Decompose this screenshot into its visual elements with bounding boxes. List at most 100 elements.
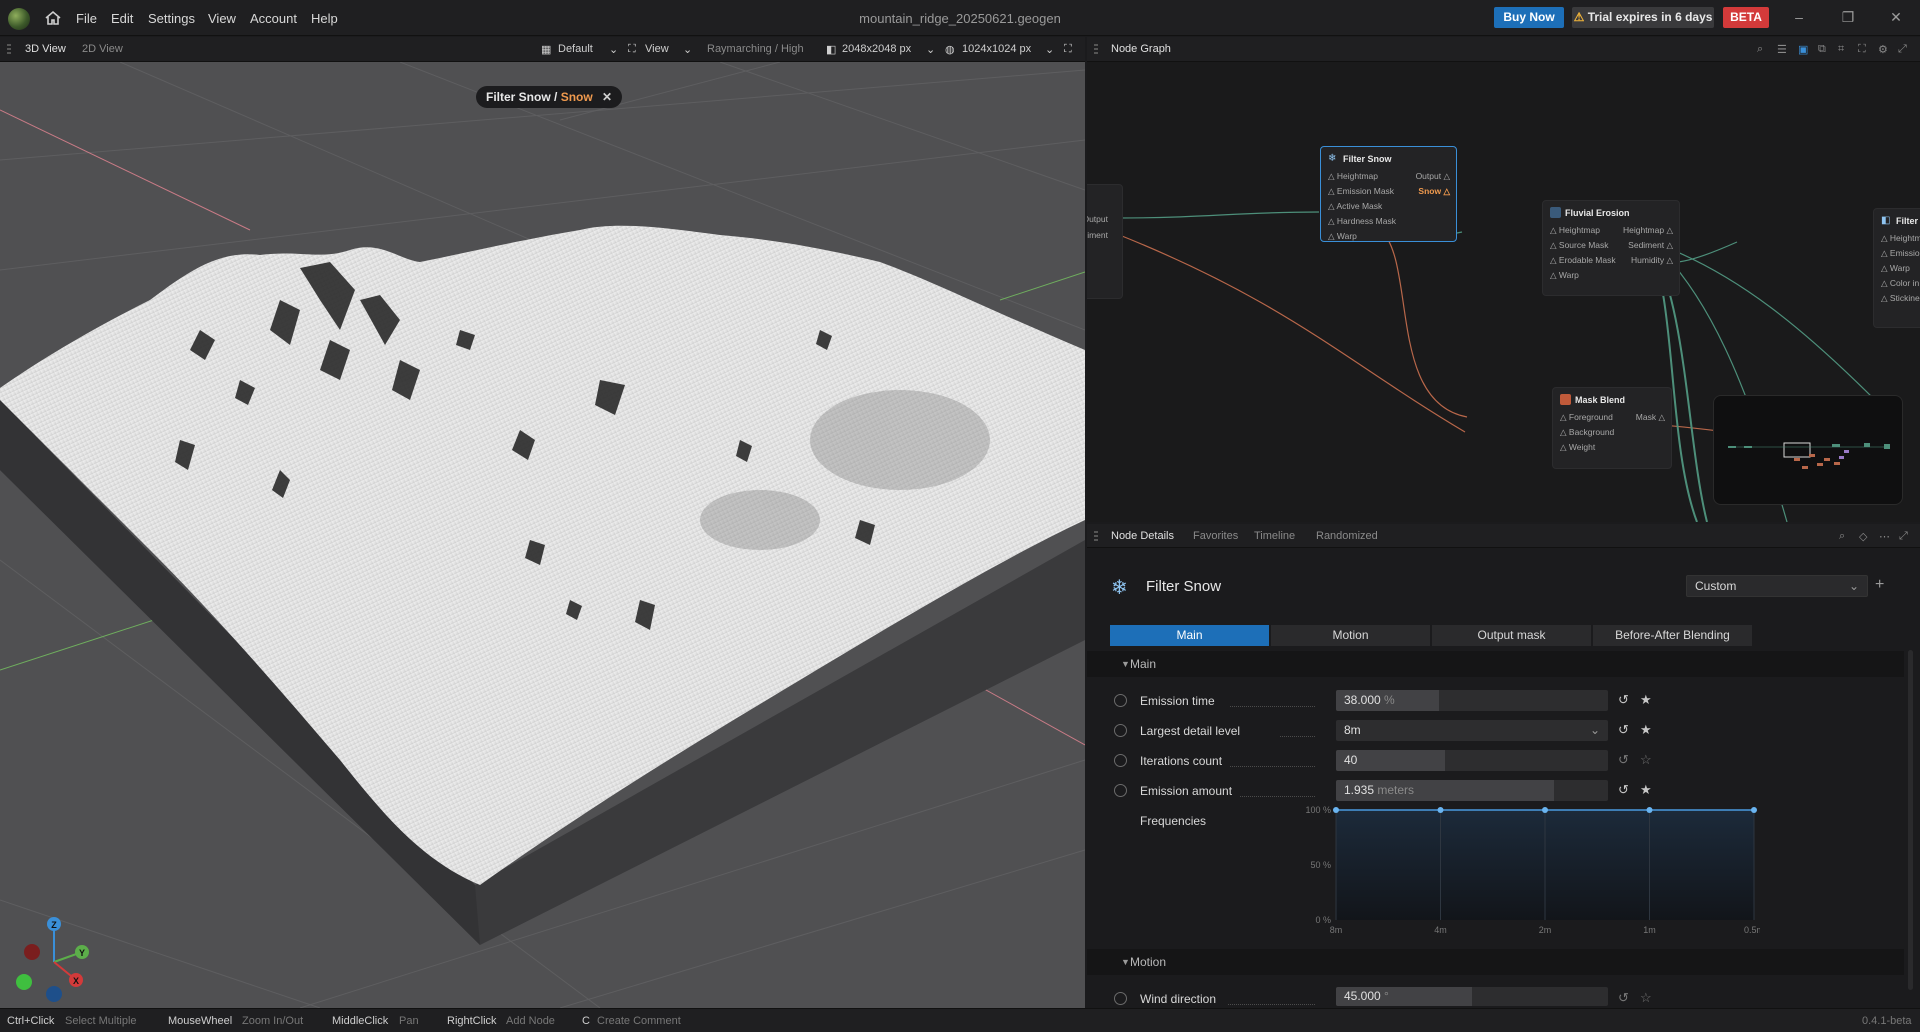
settings-icon[interactable]: ⚙ bbox=[1878, 43, 1888, 56]
port-mask[interactable]: Mask △ bbox=[1636, 412, 1665, 423]
port-output[interactable]: Output bbox=[1087, 214, 1108, 224]
chevron-down-icon[interactable]: ⌄ bbox=[683, 43, 692, 56]
port-heightmap[interactable]: △ Heightm bbox=[1881, 233, 1920, 244]
iterations-count-slider[interactable]: 40 bbox=[1336, 750, 1608, 771]
curve-control-point[interactable] bbox=[1333, 807, 1339, 813]
tab-favorites[interactable]: Favorites bbox=[1193, 530, 1238, 542]
expand-icon[interactable]: ⤢ bbox=[1898, 43, 1907, 56]
axis-gizmo[interactable]: Z Y X bbox=[12, 912, 102, 1002]
param-toggle[interactable] bbox=[1114, 754, 1127, 767]
port-emission-mask[interactable]: △ Emission Mask bbox=[1328, 186, 1394, 197]
reset-icon[interactable]: ↺ bbox=[1618, 782, 1629, 798]
tab-2d-view[interactable]: 2D View bbox=[82, 43, 123, 55]
port-sediment[interactable]: Sediment △ bbox=[1628, 240, 1673, 251]
preset-select[interactable]: Default bbox=[558, 43, 593, 55]
port-output[interactable]: Output △ bbox=[1416, 171, 1450, 182]
reset-icon[interactable]: ↺ bbox=[1618, 722, 1629, 738]
tab-3d-view[interactable]: 3D View bbox=[25, 43, 66, 55]
port-background[interactable]: △ Background bbox=[1560, 427, 1614, 438]
graph-node-filter-partial[interactable]: ◧ Filter C △ Heightm △ Emissio △ Warp △ … bbox=[1873, 208, 1920, 328]
minimize-icon[interactable]: – bbox=[1789, 9, 1809, 25]
tab-node-graph[interactable]: Node Graph bbox=[1111, 43, 1171, 55]
preset-select[interactable]: Custom ⌄ bbox=[1686, 575, 1868, 597]
3d-viewport[interactable]: Filter Snow / Snow ✕ Z Y X bbox=[0, 62, 1085, 1008]
tab-randomized[interactable]: Randomized bbox=[1316, 530, 1378, 542]
port-weight[interactable]: △ Weight bbox=[1560, 442, 1595, 453]
reset-icon[interactable]: ↺ bbox=[1618, 692, 1629, 708]
graph-node-partial[interactable]: Output ediment bbox=[1087, 184, 1123, 299]
details-scrollbar[interactable] bbox=[1908, 650, 1913, 990]
port-foreground[interactable]: △ Foreground bbox=[1560, 412, 1613, 423]
port-warp[interactable]: △ Warp bbox=[1328, 231, 1357, 242]
section-main[interactable]: ▼ Main bbox=[1087, 651, 1904, 677]
graph-node-mask-blend[interactable]: Mask Blend △ Foreground △ Background △ W… bbox=[1552, 387, 1672, 469]
focus-icon[interactable]: ⛶ bbox=[1858, 43, 1866, 56]
chevron-down-icon[interactable]: ⌄ bbox=[926, 43, 935, 56]
graph-node-filter-snow[interactable]: ❄ Filter Snow △ Heightmap △ Emission Mas… bbox=[1320, 146, 1457, 242]
diamond-icon[interactable]: ◇ bbox=[1859, 530, 1867, 543]
expand-icon[interactable]: ⤢ bbox=[1899, 530, 1908, 543]
layout-icon[interactable]: ⧉ bbox=[1818, 43, 1826, 56]
menu-settings[interactable]: Settings bbox=[148, 11, 195, 26]
node-breadcrumb[interactable]: Filter Snow / Snow ✕ bbox=[476, 86, 623, 108]
menu-view[interactable]: View bbox=[208, 11, 236, 26]
param-toggle[interactable] bbox=[1114, 694, 1127, 707]
preview-resolution-select[interactable]: 1024x1024 px bbox=[962, 43, 1031, 55]
port-warp[interactable]: △ Warp bbox=[1550, 270, 1579, 281]
menu-edit[interactable]: Edit bbox=[111, 11, 133, 26]
curve-control-point[interactable] bbox=[1646, 807, 1653, 813]
star-icon[interactable]: ★ bbox=[1640, 692, 1652, 708]
frequencies-chart[interactable]: 100 % 50 % 0 % 8m 4m 2m 1m 0.5m bbox=[1300, 803, 1764, 935]
drag-handle-icon[interactable] bbox=[1094, 44, 1098, 56]
tab-before-after-blending[interactable]: Before-After Blending bbox=[1593, 625, 1752, 646]
list-icon[interactable]: ☰ bbox=[1777, 43, 1787, 56]
render-mode[interactable]: Raymarching / High bbox=[707, 43, 804, 55]
close-icon[interactable]: ✕ bbox=[602, 90, 612, 104]
search-icon[interactable]: ⌕ bbox=[1757, 43, 1763, 56]
port-hardness-mask[interactable]: △ Hardness Mask bbox=[1328, 216, 1396, 227]
search-icon[interactable]: ⌕ bbox=[1839, 530, 1845, 543]
view-select[interactable]: View bbox=[645, 43, 669, 55]
port-stickiness[interactable]: △ Stickine bbox=[1881, 293, 1920, 304]
chevron-down-icon[interactable]: ⌄ bbox=[1045, 43, 1054, 56]
graph-minimap[interactable] bbox=[1713, 395, 1903, 505]
more-icon[interactable]: ⋯ bbox=[1879, 530, 1890, 543]
port-heightmap[interactable]: △ Heightmap bbox=[1550, 225, 1600, 236]
buy-now-button[interactable]: Buy Now bbox=[1494, 7, 1564, 28]
port-heightmap-out[interactable]: Heightmap △ bbox=[1623, 225, 1673, 236]
home-icon[interactable] bbox=[44, 9, 62, 27]
port-active-mask[interactable]: △ Active Mask bbox=[1328, 201, 1382, 212]
tab-motion[interactable]: Motion bbox=[1271, 625, 1430, 646]
menu-file[interactable]: File bbox=[76, 11, 97, 26]
port-heightmap[interactable]: △ Heightmap bbox=[1328, 171, 1378, 182]
port-erodable-mask[interactable]: △ Erodable Mask bbox=[1550, 255, 1616, 266]
port-emission[interactable]: △ Emissio bbox=[1881, 248, 1920, 259]
tab-timeline[interactable]: Timeline bbox=[1254, 530, 1295, 542]
star-outline-icon[interactable]: ☆ bbox=[1640, 990, 1652, 1006]
drag-handle-icon[interactable] bbox=[7, 44, 11, 56]
emission-time-slider[interactable]: 38.000 % bbox=[1336, 690, 1608, 711]
close-icon[interactable]: ✕ bbox=[1886, 9, 1906, 26]
chevron-down-icon[interactable]: ⌄ bbox=[609, 43, 618, 56]
star-icon[interactable]: ★ bbox=[1640, 722, 1652, 738]
tab-main[interactable]: Main bbox=[1110, 625, 1269, 646]
add-preset-icon[interactable]: + bbox=[1875, 576, 1884, 594]
maximize-icon[interactable]: ❐ bbox=[1838, 9, 1858, 26]
curve-control-point[interactable] bbox=[1542, 807, 1548, 813]
curve-control-point[interactable] bbox=[1437, 807, 1444, 813]
port-warp[interactable]: △ Warp bbox=[1881, 263, 1910, 274]
grid-snap-icon[interactable]: ▣ bbox=[1798, 43, 1808, 56]
param-toggle[interactable] bbox=[1114, 724, 1127, 737]
fullscreen-icon[interactable]: ⛶ bbox=[1064, 43, 1072, 56]
curve-control-point[interactable] bbox=[1751, 807, 1757, 813]
largest-detail-level-select[interactable]: 8m ⌄ bbox=[1336, 720, 1608, 741]
port-sediment[interactable]: ediment bbox=[1087, 230, 1108, 240]
wind-direction-slider[interactable]: 45.000 ° bbox=[1336, 987, 1608, 1006]
trial-badge[interactable]: ⚠ Trial expires in 6 days bbox=[1572, 7, 1714, 28]
graph-node-fluvial-erosion[interactable]: Fluvial Erosion △ Heightmap △ Source Mas… bbox=[1542, 200, 1680, 296]
frame-icon[interactable]: ⌗ bbox=[1838, 43, 1844, 56]
emission-amount-slider[interactable]: 1.935 meters bbox=[1336, 780, 1608, 801]
port-snow[interactable]: Snow △ bbox=[1418, 186, 1450, 197]
star-outline-icon[interactable]: ☆ bbox=[1640, 752, 1652, 768]
star-icon[interactable]: ★ bbox=[1640, 782, 1652, 798]
